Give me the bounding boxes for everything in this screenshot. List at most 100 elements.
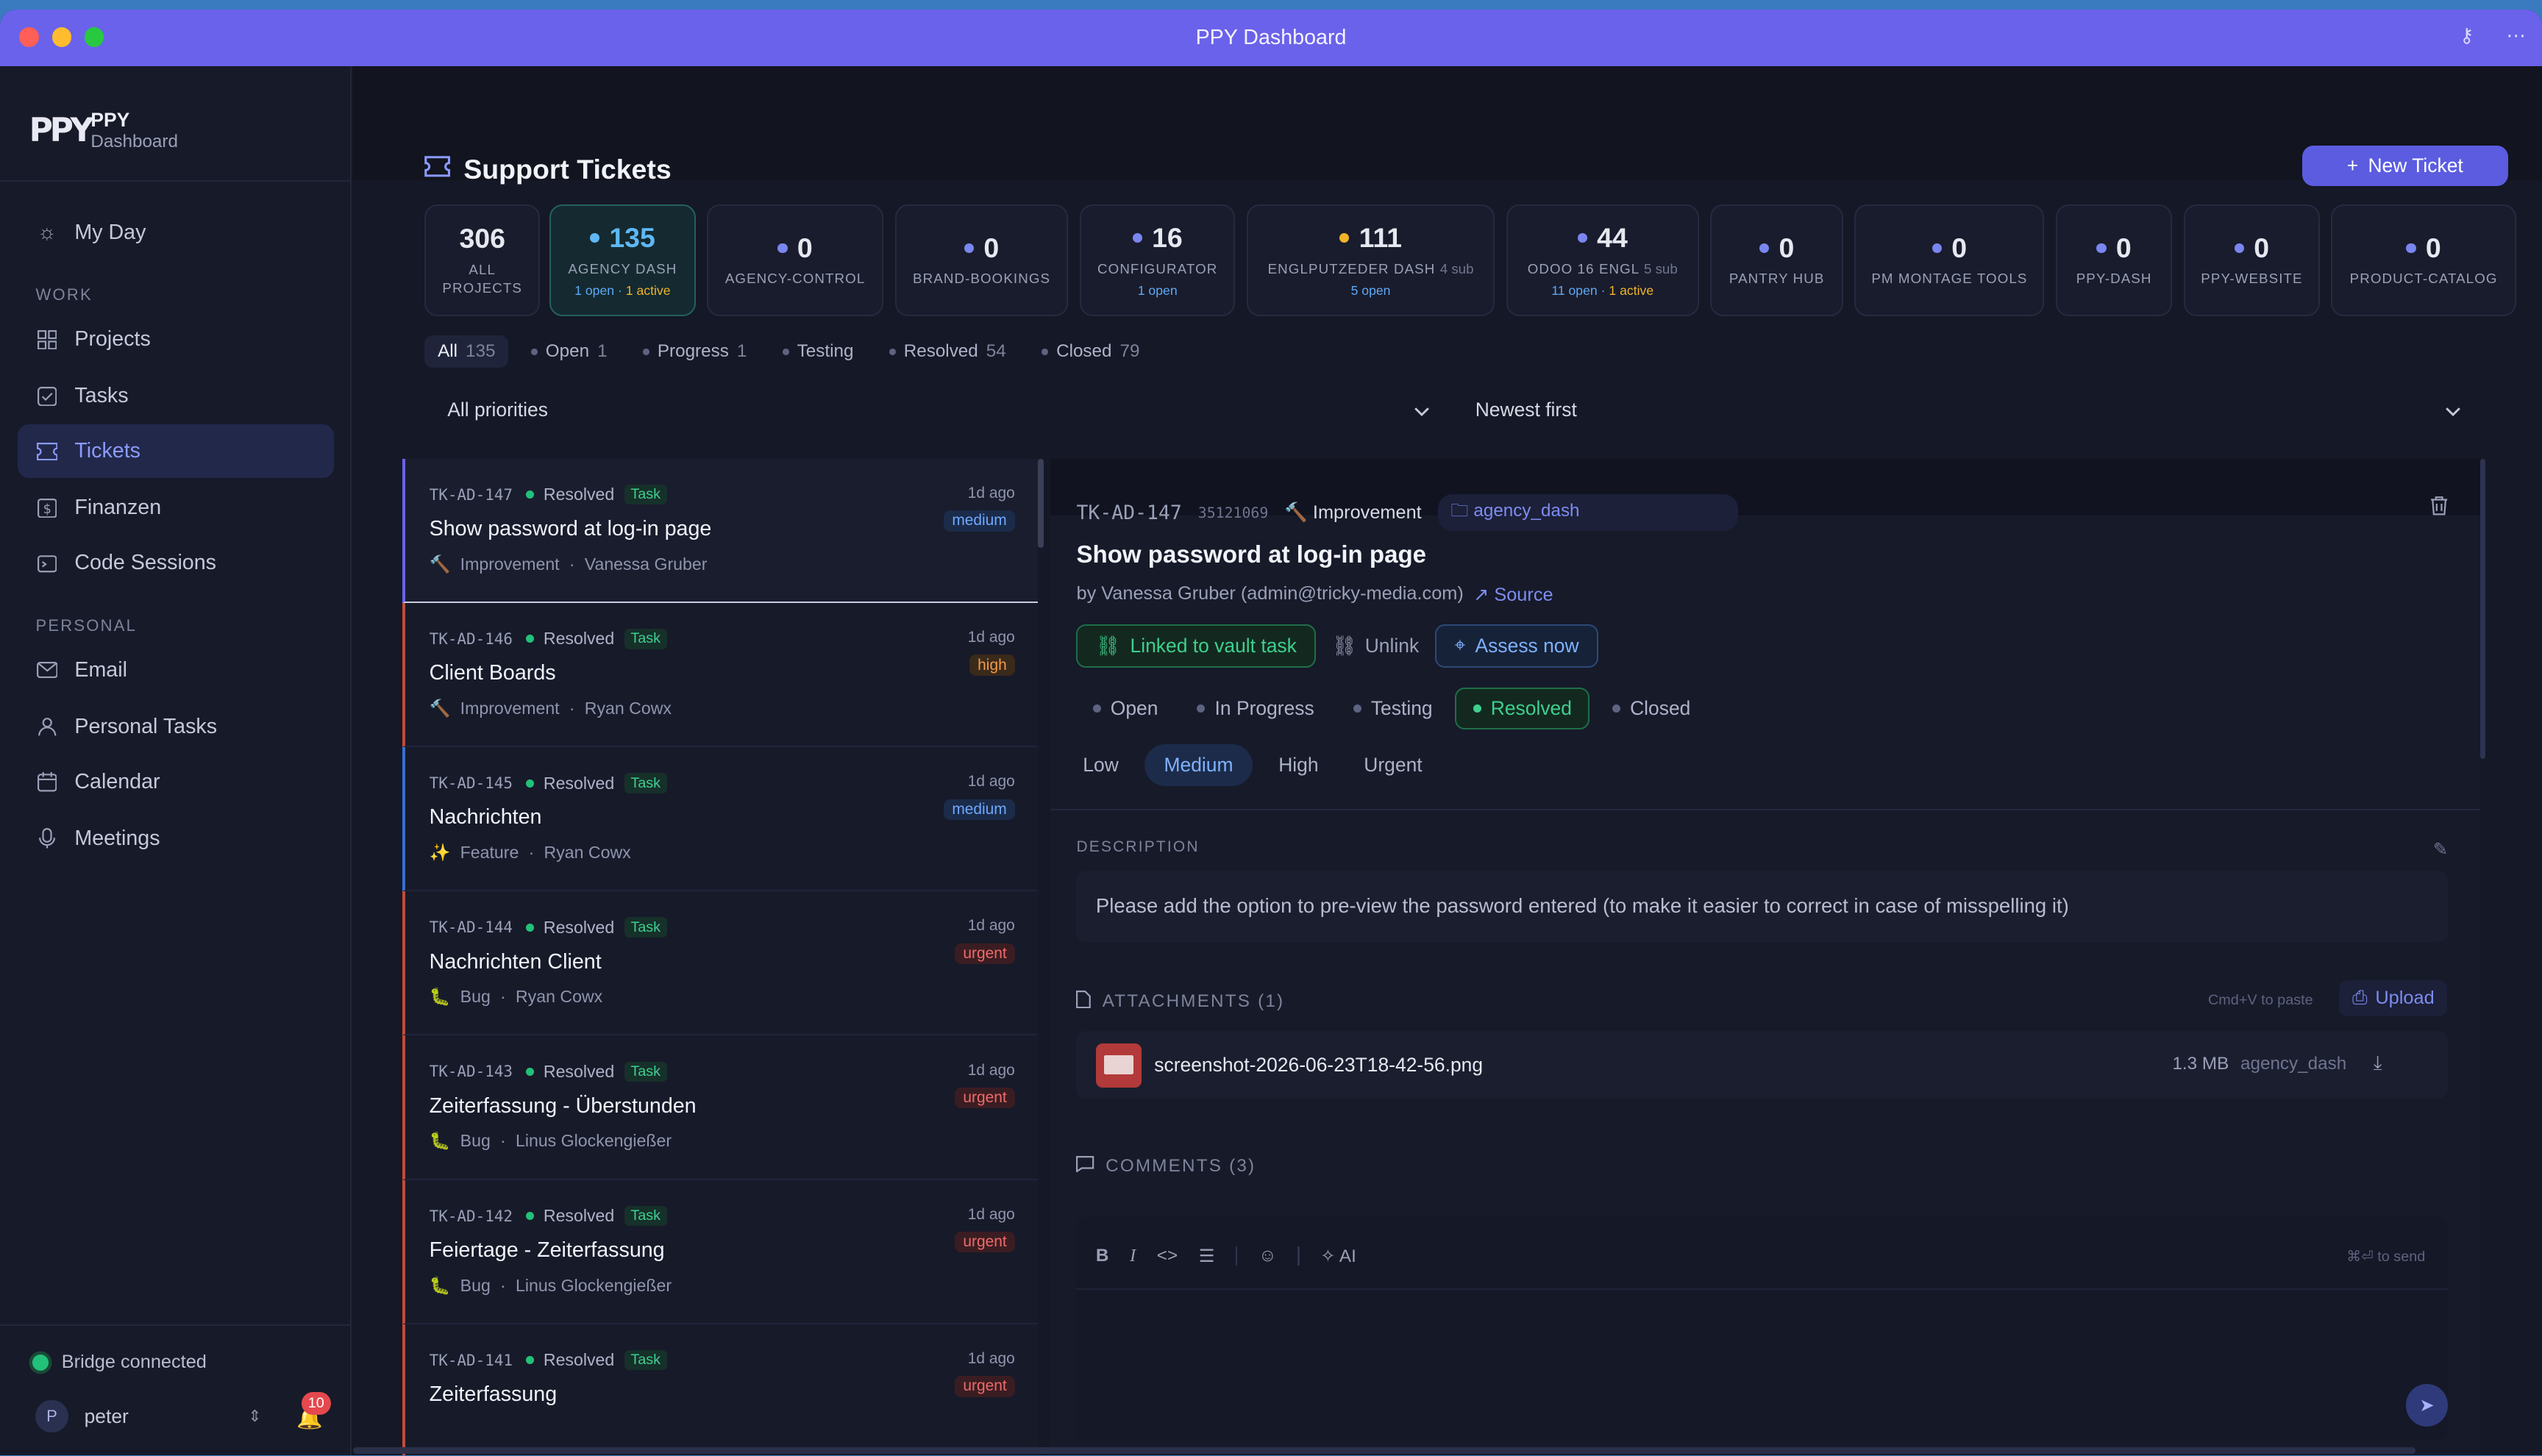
window-title: PPY Dashboard	[1195, 26, 1347, 50]
sidebar-item-my-day[interactable]: ☼ My Day	[18, 206, 334, 260]
assess-now-button[interactable]: ⌖ Assess now	[1435, 624, 1598, 668]
ticket-row[interactable]: TK-AD-147 Resolved Task Show password at l…	[402, 458, 1038, 603]
trash-icon[interactable]	[2430, 496, 2448, 520]
sort-select[interactable]: Newest first	[1453, 390, 2474, 429]
project-card-ppy-dash[interactable]: 0 PPY-DASH	[2055, 204, 2173, 316]
priority-urgent-button[interactable]: Urgent	[1345, 744, 1442, 786]
brand-logo: PPY	[29, 111, 94, 149]
description-label: DESCRIPTION	[1076, 838, 1200, 855]
project-card-agency-control[interactable]: 0 AGENCY-CONTROL	[706, 204, 884, 316]
project-card-all[interactable]: 306 ALL PROJECTS	[424, 204, 540, 316]
priority-low-button[interactable]: Low	[1064, 744, 1138, 786]
filter-tab-all[interactable]: All 135	[424, 335, 509, 368]
card-label: PM MONTAGE TOOLS	[1871, 271, 2028, 287]
brand[interactable]: PPY PPY Dashboard	[29, 109, 178, 152]
linked-vault-task-button[interactable]: ⛓ Linked to vault task	[1076, 624, 1317, 668]
sidebar-item-tasks[interactable]: Tasks	[18, 370, 334, 424]
priority-badge: urgent	[955, 943, 1015, 965]
project-card-agency-dash[interactable]: 135 AGENCY DASH 1 open · 1 active	[549, 204, 696, 316]
project-card-configurator[interactable]: 16 CONFIGURATOR 1 open	[1079, 204, 1236, 316]
status-closed-button[interactable]: Closed	[1596, 688, 1707, 729]
project-card-pantry-hub[interactable]: 0 PANTRY HUB	[1710, 204, 1844, 316]
ticket-id: TK-AD-145	[429, 774, 513, 793]
ticket-row[interactable]: TK-AD-144 Resolved Task Nachrichten Client…	[402, 891, 1038, 1036]
status-testing-button[interactable]: Testing	[1337, 688, 1449, 729]
project-chip[interactable]: 🗀 agency_dash	[1437, 494, 1738, 532]
filter-tab-testing[interactable]: Testing	[769, 335, 866, 368]
project-card-product-catalog[interactable]: 0 PRODUCT-CATALOG	[2331, 204, 2516, 316]
filter-tab-resolved[interactable]: Resolved 54	[876, 335, 1019, 368]
task-badge: Task	[624, 773, 667, 793]
project-chip-label: agency_dash	[1473, 500, 1580, 521]
ai-button[interactable]: ✧ AI	[1320, 1245, 1356, 1267]
ticket-row[interactable]: TK-AD-141 Resolved Task Zeiterfassung 1d a…	[402, 1324, 1038, 1456]
code-icon[interactable]: <>	[1157, 1246, 1178, 1266]
sidebar-item-meetings[interactable]: Meetings	[18, 812, 334, 866]
minimize-window-button[interactable]	[51, 27, 71, 47]
detail-type[interactable]: 🔨 Improvement	[1284, 502, 1421, 524]
new-ticket-button[interactable]: + New Ticket	[2301, 146, 2508, 187]
filter-tab-progress[interactable]: Progress 1	[630, 335, 760, 368]
sidebar-item-label: Projects	[74, 327, 151, 351]
edit-icon[interactable]: ✎	[2433, 838, 2448, 860]
sidebar-item-email[interactable]: Email	[18, 643, 334, 697]
emoji-icon[interactable]: ☺	[1258, 1246, 1277, 1266]
sidebar-item-projects[interactable]: Projects	[18, 313, 334, 366]
ticket-row[interactable]: TK-AD-146 Resolved Task Client Boards 🔨 Imp…	[402, 602, 1038, 748]
sidebar-item-tickets[interactable]: Tickets	[18, 424, 335, 479]
project-card-ppy-website[interactable]: 0 PPY-WEBSITE	[2183, 204, 2321, 316]
more-icon[interactable]: ⋯	[2507, 24, 2526, 47]
detail-scrollbar[interactable]	[2480, 458, 2485, 759]
sidebar-item-finanzen[interactable]: $ Finanzen	[18, 482, 334, 535]
italic-icon[interactable]: I	[1130, 1246, 1136, 1266]
upload-button[interactable]: ⎙ Upload	[2339, 980, 2448, 1016]
priority-medium-button[interactable]: Medium	[1144, 743, 1253, 786]
dot-icon	[782, 348, 789, 355]
list-scrollbar[interactable]	[1037, 458, 1044, 548]
card-label: PPY-WEBSITE	[2201, 271, 2303, 287]
chevron-updown-icon[interactable]: ⇕	[248, 1407, 261, 1426]
filter-count: 135	[466, 341, 496, 362]
close-window-button[interactable]	[19, 27, 39, 47]
project-card-englputzeder-dash[interactable]: 111 ENGLPUTZEDER DASH 4 sub 5 open	[1246, 204, 1495, 316]
ticket-row[interactable]: TK-AD-143 Resolved Task Zeiterfassung - Üb…	[402, 1035, 1038, 1180]
sidebar-item-personal-tasks[interactable]: Personal Tasks	[18, 700, 334, 754]
sort-select-value: Newest first	[1475, 399, 1577, 421]
comment-editor[interactable]: B I <> ☰ ☺ ✧ AI ⌘⏎ to send ➤	[1076, 1217, 2449, 1441]
ticket-author: Linus Glockengießer	[515, 1275, 672, 1295]
ticket-row[interactable]: TK-AD-142 Resolved Task Feiertage - Zeiter…	[402, 1180, 1038, 1324]
sidebar-item-calendar[interactable]: Calendar	[18, 755, 334, 809]
card-meta: 1 open · 1 active	[574, 282, 671, 298]
user-menu[interactable]: P peter	[35, 1400, 129, 1433]
status-dot-icon	[2234, 243, 2245, 253]
ticket-row[interactable]: TK-AD-145 Resolved Task Nachrichten ✨ Featu…	[402, 747, 1038, 892]
filter-tab-open[interactable]: Open 1	[518, 335, 620, 368]
task-badge: Task	[624, 917, 667, 938]
unlink-button[interactable]: ⛓ Unlink	[1332, 635, 1419, 657]
sidebar-item-label: Finanzen	[74, 496, 162, 520]
project-card-odoo-16-engl[interactable]: 44 ODOO 16 ENGL 5 sub 11 open · 1 active	[1506, 204, 1699, 316]
attachment-row[interactable]: screenshot-2026-06-23T18-42-56.png 1.3 M…	[1076, 1030, 2449, 1099]
status-in-progress-button[interactable]: In Progress	[1181, 688, 1330, 729]
card-count: 0	[2115, 232, 2132, 263]
send-icon[interactable]: ➤	[2405, 1384, 2449, 1427]
list-icon[interactable]: ☰	[1199, 1245, 1215, 1267]
status-option-label: Resolved	[1490, 696, 1572, 719]
status-resolved-button[interactable]: Resolved	[1455, 687, 1589, 729]
status-open-button[interactable]: Open	[1076, 688, 1174, 729]
source-link[interactable]: ↗ Source	[1473, 583, 1553, 606]
status-dot-icon	[525, 779, 534, 788]
description-text[interactable]: Please add the option to pre-view the pa…	[1076, 870, 2449, 942]
maximize-window-button[interactable]	[84, 27, 104, 47]
priority-select[interactable]: All priorities	[424, 390, 1442, 429]
filter-tab-closed[interactable]: Closed 79	[1029, 335, 1153, 368]
download-icon[interactable]: ⤓	[2374, 1052, 2382, 1075]
project-card-pm-montage-tools[interactable]: 0 PM MONTAGE TOOLS	[1854, 204, 2045, 316]
project-card-brand-bookings[interactable]: 0 BRAND-BOOKINGS	[894, 204, 1069, 316]
key-icon[interactable]: ⚷	[2460, 24, 2474, 47]
priority-high-button[interactable]: High	[1259, 744, 1338, 786]
bold-icon[interactable]: B	[1096, 1246, 1109, 1266]
status-option-label: Open	[1110, 696, 1158, 719]
horizontal-scrollbar[interactable]	[353, 1447, 2416, 1455]
sidebar-item-code-sessions[interactable]: Code Sessions	[18, 537, 334, 590]
